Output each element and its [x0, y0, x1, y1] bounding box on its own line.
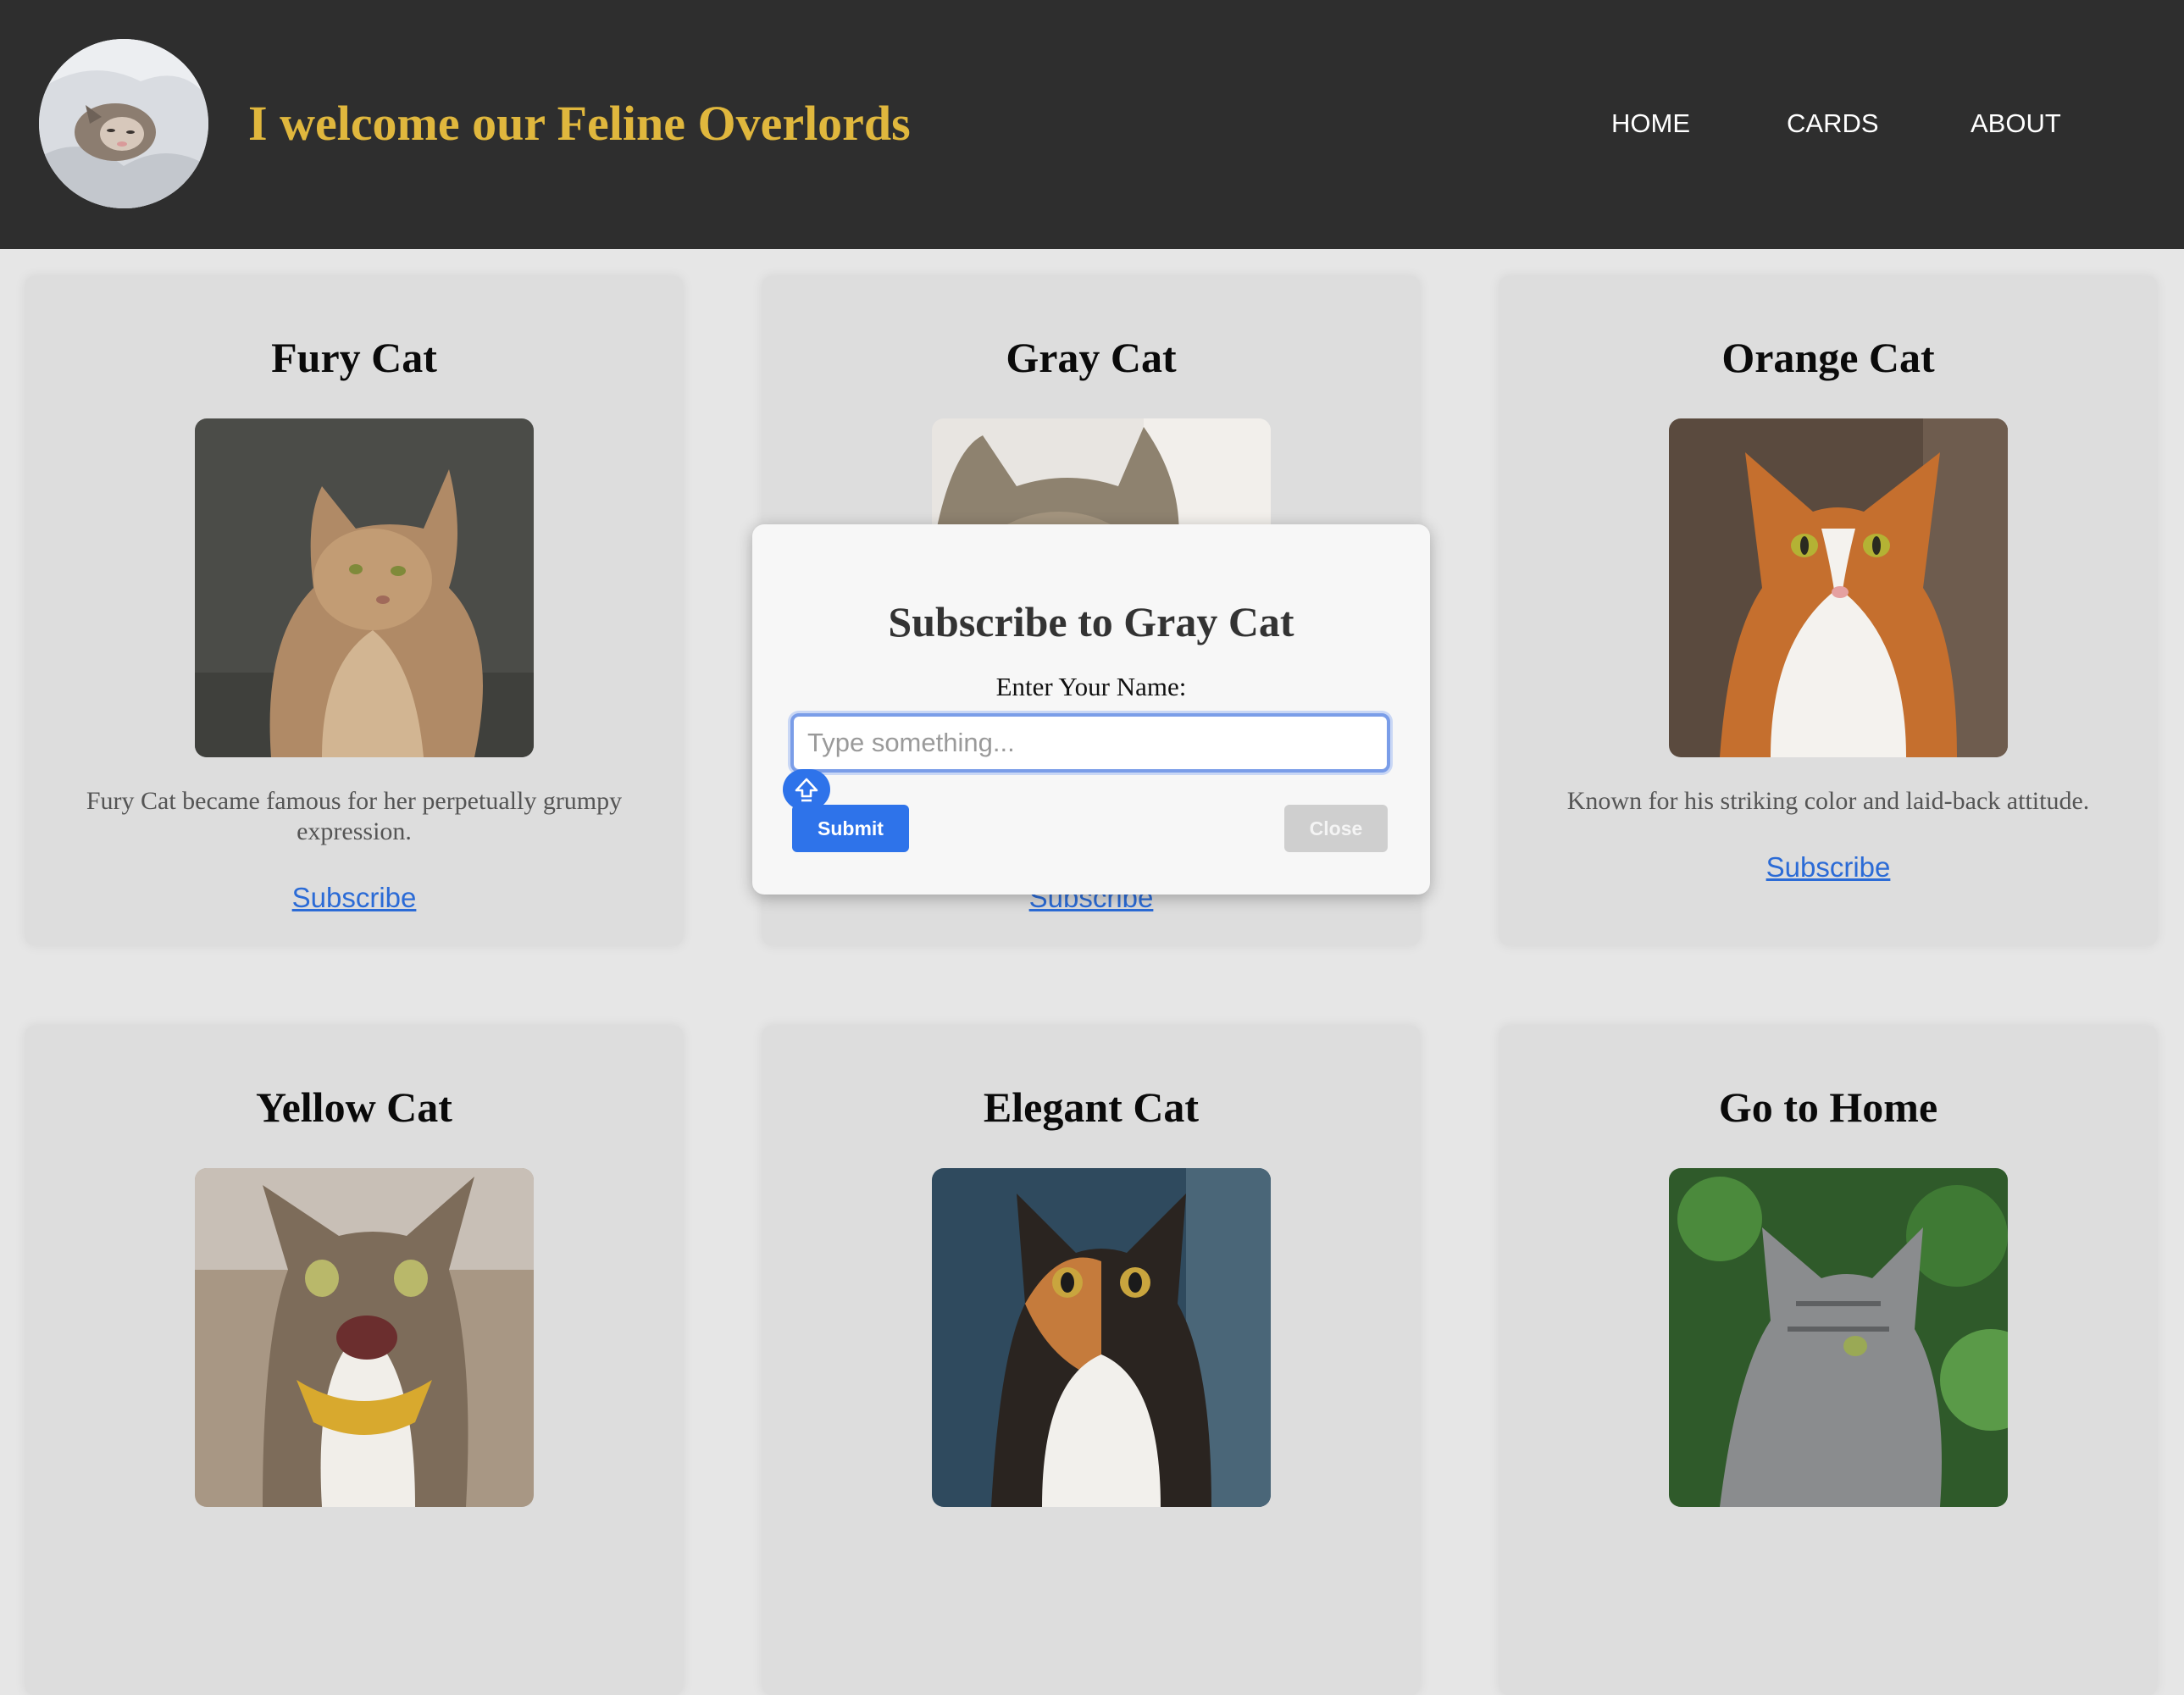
card-elegant-cat: Elegant Cat — [762, 1026, 1420, 1695]
card-orange-cat: Orange Cat Known for his striking color … — [1499, 276, 2157, 945]
subscribe-link[interactable]: Subscribe — [25, 879, 683, 917]
card-title: Gray Cat — [1006, 334, 1177, 381]
cat-photo — [195, 1168, 534, 1507]
card-description: Fury Cat became famous for her perpetual… — [86, 787, 623, 845]
logo-cat-avatar[interactable] — [39, 39, 208, 208]
card-title: Go to Home — [1718, 1083, 1938, 1131]
name-input[interactable] — [790, 713, 1390, 773]
card-go-to-home[interactable]: Go to Home — [1499, 1026, 2157, 1695]
cat-photo — [1669, 1168, 2008, 1507]
modal-title: Subscribe to Gray Cat — [888, 598, 1294, 645]
card-fury-cat: Fury Cat Fury Cat became famous for her … — [25, 276, 683, 945]
card-title: Elegant Cat — [983, 1083, 1200, 1131]
card-title: Orange Cat — [1721, 334, 1935, 381]
cat-photo — [1669, 418, 2008, 757]
submit-button[interactable]: Submit — [792, 805, 909, 852]
cat-photo — [195, 418, 534, 757]
site-title: I welcome our Feline Overlords — [248, 96, 911, 151]
subscribe-modal: Subscribe to Gray Cat Enter Your Name: S… — [752, 524, 1430, 895]
nav-cards-link[interactable]: CARDS — [1787, 102, 1879, 146]
card-title: Yellow Cat — [256, 1083, 452, 1131]
close-button[interactable]: Close — [1284, 805, 1388, 852]
cat-photo — [932, 1168, 1271, 1507]
name-field-label: Enter Your Name: — [995, 672, 1187, 701]
keyboard-shift-icon[interactable] — [783, 769, 830, 810]
site-header: I welcome our Feline Overlords HOME CARD… — [0, 0, 2184, 249]
card-title: Fury Cat — [271, 334, 437, 381]
nav-home-link[interactable]: HOME — [1611, 102, 1690, 146]
subscribe-link[interactable]: Subscribe — [1499, 849, 2157, 886]
card-description: Known for his striking color and laid-ba… — [1566, 787, 2090, 815]
nav-about-link[interactable]: ABOUT — [1971, 102, 2061, 146]
card-yellow-cat: Yellow Cat — [25, 1026, 683, 1695]
